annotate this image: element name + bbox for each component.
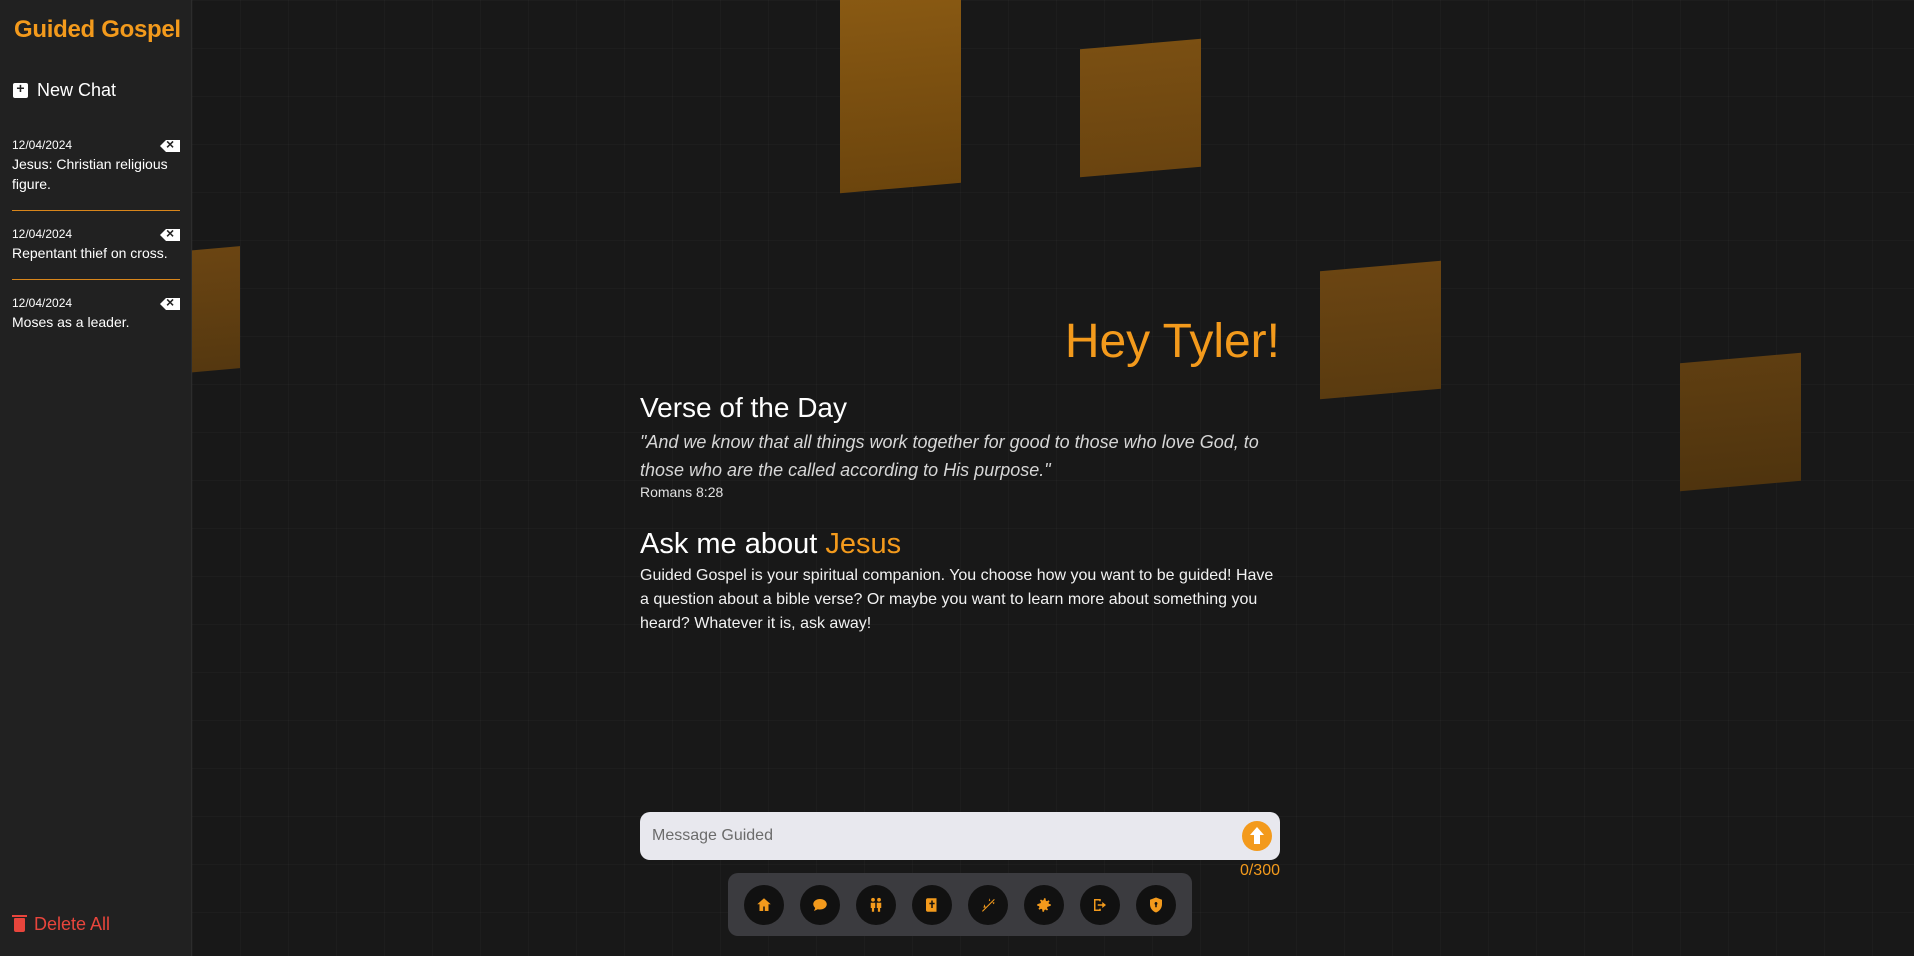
delete-all-label: Delete All bbox=[34, 914, 111, 934]
trash-icon bbox=[12, 914, 27, 932]
chat-title: Repentant thief on cross. bbox=[12, 245, 168, 261]
new-chat-button[interactable]: New Chat bbox=[13, 80, 116, 101]
chat-title: Jesus: Christian religious figure. bbox=[12, 156, 168, 192]
greeting: Hey Tyler! bbox=[1064, 315, 1280, 368]
verse-reference: Romans 8:28 bbox=[640, 484, 724, 500]
message-composer bbox=[640, 812, 1280, 860]
ask-heading: Ask me about Jesus bbox=[640, 528, 901, 561]
chat-history-item[interactable]: 12/04/2024 Moses as a leader. bbox=[12, 296, 180, 332]
divider bbox=[12, 279, 180, 280]
chat-date: 12/04/2024 bbox=[12, 138, 73, 152]
message-input[interactable] bbox=[640, 812, 1242, 860]
decorative-tile bbox=[192, 246, 240, 376]
new-chat-label: New Chat bbox=[37, 80, 117, 100]
logout-icon[interactable] bbox=[1080, 884, 1120, 925]
bible-icon[interactable] bbox=[912, 884, 952, 925]
new-chat-icon bbox=[13, 80, 28, 98]
home-icon[interactable] bbox=[744, 884, 784, 925]
gear-icon[interactable] bbox=[1024, 884, 1064, 925]
chat-date: 12/04/2024 bbox=[12, 227, 73, 241]
chat-history-item[interactable]: 12/04/2024 Repentant thief on cross. bbox=[12, 227, 180, 263]
sidebar: Guided Gospel New Chat 12/04/2024 Jesus:… bbox=[0, 0, 192, 956]
shield-icon[interactable] bbox=[1136, 884, 1176, 925]
ask-topic: Jesus bbox=[825, 528, 902, 560]
send-button[interactable] bbox=[1242, 821, 1272, 851]
ask-prefix: Ask me about bbox=[640, 528, 818, 560]
character-counter: 0/300 bbox=[1239, 862, 1280, 879]
decorative-tile bbox=[1680, 352, 1801, 492]
people-icon[interactable] bbox=[856, 884, 896, 925]
main-content: Hey Tyler! Verse of the Day "And we know… bbox=[640, 0, 1280, 956]
divider bbox=[12, 210, 180, 211]
prayer-icon[interactable] bbox=[968, 884, 1008, 925]
description: Guided Gospel is your spiritual companio… bbox=[640, 567, 1274, 632]
verse-text: "And we know that all things work togeth… bbox=[640, 432, 1259, 480]
delete-all-button[interactable]: Delete All bbox=[12, 914, 111, 935]
chat-history-item[interactable]: 12/04/2024 Jesus: Christian religious fi… bbox=[12, 138, 180, 194]
chat-bubble-icon[interactable] bbox=[800, 884, 840, 925]
brand-logo[interactable]: Guided Gospel bbox=[14, 16, 181, 44]
chat-date: 12/04/2024 bbox=[12, 296, 73, 310]
verse-of-the-day-title: Verse of the Day bbox=[640, 392, 848, 423]
chat-title: Moses as a leader. bbox=[12, 314, 130, 330]
bottom-nav bbox=[728, 873, 1192, 936]
decorative-tile bbox=[1320, 260, 1441, 400]
